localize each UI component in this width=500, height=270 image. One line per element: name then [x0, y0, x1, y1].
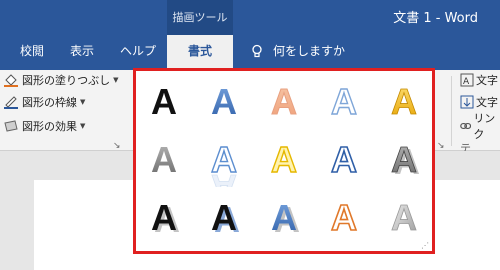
svg-text:A: A	[211, 139, 237, 180]
dialog-launcher-icon[interactable]: ↘	[113, 141, 121, 151]
svg-text:A: A	[271, 139, 297, 180]
link-icon	[460, 122, 472, 130]
shape-effects-icon	[4, 120, 18, 132]
wordart-style-gray-gradient[interactable]: A	[140, 135, 184, 187]
wordart-style-blue-white-outline[interactable]: A	[320, 135, 364, 187]
shape-effects-label: 図形の効果	[22, 120, 77, 133]
svg-text:A: A	[391, 139, 417, 180]
chevron-down-icon: ▼	[113, 76, 119, 84]
text-fill-button[interactable]: A 文字	[460, 72, 498, 88]
wordart-style-gallery: AAAAAAAAAAAAAAAAAAAA⋰	[133, 68, 435, 254]
pencil-icon	[4, 96, 18, 109]
wordart-style-black-blue-shadow[interactable]: AA	[200, 193, 244, 245]
svg-text:A: A	[211, 197, 237, 238]
wordart-style-orange-outline[interactable]: A	[320, 193, 364, 245]
tell-me-search[interactable]: 何をしますか	[273, 42, 345, 59]
svg-text:A: A	[151, 197, 177, 238]
wordart-style-yellow-outline[interactable]: A	[260, 135, 304, 187]
svg-text:A: A	[331, 197, 357, 238]
link-label: リンク	[473, 112, 496, 141]
shape-fill-button[interactable]: 図形の塗りつぶし ▼	[3, 71, 119, 89]
svg-text:A: A	[211, 81, 237, 122]
text-direction-button[interactable]: 文字	[460, 94, 498, 110]
shape-outline-button[interactable]: 図形の枠線 ▼	[3, 93, 85, 111]
wordart-style-white-blue-reflection[interactable]: AA	[200, 135, 244, 187]
text-direction-icon	[460, 95, 474, 109]
svg-text:A: A	[391, 81, 417, 122]
chevron-down-icon: ▼	[80, 98, 86, 106]
chevron-down-icon: ▼	[80, 122, 86, 130]
wordart-style-blue-gradient[interactable]: A	[200, 77, 244, 129]
wordart-style-black-shadow[interactable]: AA	[140, 193, 184, 245]
svg-text:A: A	[151, 139, 177, 180]
wordart-style-gray-bevel[interactable]: AA	[380, 135, 424, 187]
svg-text:A: A	[391, 197, 417, 238]
svg-text:A: A	[331, 81, 357, 122]
lightbulb-icon	[252, 44, 262, 58]
shape-effects-button[interactable]: 図形の効果 ▼	[3, 117, 85, 135]
text-direction-label: 文字	[476, 96, 498, 109]
paint-bucket-icon	[4, 74, 18, 87]
svg-text:A: A	[151, 81, 177, 122]
svg-text:A: A	[271, 81, 297, 122]
svg-text:A: A	[331, 139, 357, 180]
tab-help[interactable]: ヘルプ	[120, 42, 156, 59]
wordart-style-blue-gradient-shadow[interactable]: AA	[260, 193, 304, 245]
text-fill-label: 文字	[476, 74, 498, 87]
svg-text:A: A	[463, 77, 470, 87]
resize-grip-icon[interactable]: ⋰	[421, 241, 429, 250]
dialog-launcher-icon[interactable]: ↘	[437, 141, 445, 151]
tab-format[interactable]: 書式	[167, 35, 233, 70]
window-title: 文書 1 - Word	[393, 11, 478, 26]
wordart-style-orange-pale-outline[interactable]: A	[260, 77, 304, 129]
context-tab-group-label: 描画ツール	[172, 11, 228, 24]
wordart-style-silver-bevel[interactable]: A	[380, 193, 424, 245]
text-fill-icon: A	[460, 73, 474, 87]
wordart-style-gold-gradient[interactable]: A	[380, 77, 424, 129]
shape-outline-label: 図形の枠線	[22, 96, 77, 109]
tab-review[interactable]: 校閲	[20, 42, 44, 59]
wordart-style-black-solid[interactable]: A	[140, 77, 184, 129]
tab-view[interactable]: 表示	[70, 42, 94, 59]
wordart-style-white-blue-outline[interactable]: A	[320, 77, 364, 129]
shape-fill-label: 図形の塗りつぶし	[22, 74, 111, 87]
svg-text:A: A	[271, 197, 297, 238]
link-button[interactable]: リンク	[460, 112, 500, 141]
ribbon-divider	[451, 76, 452, 146]
